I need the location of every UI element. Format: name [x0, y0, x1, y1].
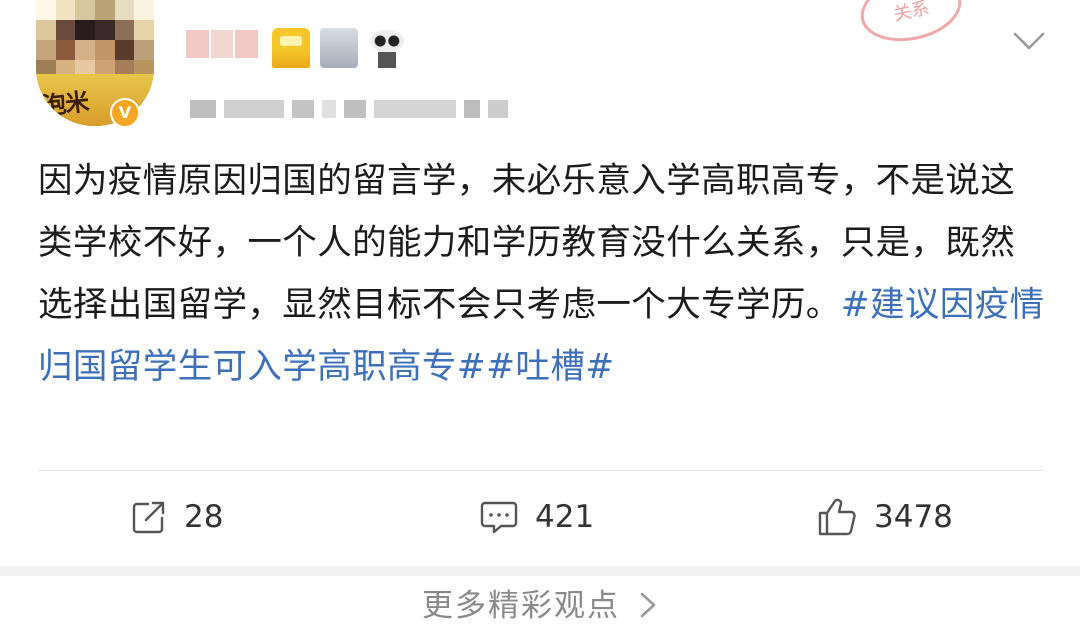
watermark-stamp: 关系: [854, 0, 968, 50]
verified-badge: V: [110, 98, 140, 128]
chevron-right-icon: [640, 592, 656, 618]
divider: [38, 470, 1044, 471]
share-icon: [132, 501, 165, 534]
post-text: 因为疫情原因归国的留言学，未必乐意入学高职高专，不是说这类学校不好，一个人的能力…: [38, 150, 1048, 398]
bird-badge-icon: [320, 28, 358, 68]
post-meta-blurred: [190, 100, 508, 118]
like-button[interactable]: 3478: [816, 494, 953, 540]
user-badges: [272, 28, 406, 68]
comment-button[interactable]: 421: [479, 494, 594, 540]
panda-badge-icon: [368, 28, 406, 68]
avatar-lettering: 泡米: [40, 87, 90, 121]
comment-icon: [480, 501, 518, 534]
chevron-down-icon[interactable]: [1012, 30, 1046, 52]
section-separator: [0, 566, 1080, 576]
member-badge-icon: [272, 28, 310, 68]
comment-count: 421: [535, 499, 595, 535]
like-count: 3478: [874, 499, 953, 535]
share-button[interactable]: 28: [130, 494, 223, 540]
thumbs-up-icon: [818, 498, 856, 536]
more-views-link[interactable]: 更多精彩观点: [0, 580, 1080, 625]
more-views-label: 更多精彩观点: [422, 588, 620, 624]
topic-link-complaint[interactable]: #吐槽#: [486, 347, 614, 387]
username-blurred[interactable]: [186, 30, 259, 58]
avatar-pixelated-area: [36, 0, 154, 80]
share-count: 28: [184, 499, 224, 535]
